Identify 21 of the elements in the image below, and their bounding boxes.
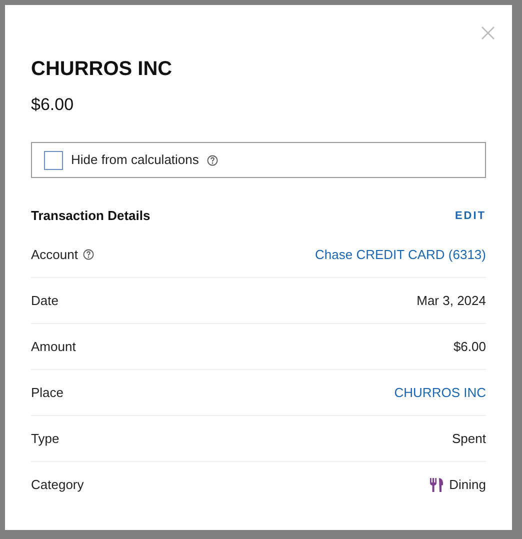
detail-label: Account [31, 246, 78, 264]
detail-link[interactable]: Chase CREDIT CARD (6313) [315, 244, 486, 264]
detail-link[interactable]: CHURROS INC [394, 382, 486, 402]
checkbox[interactable] [44, 150, 63, 170]
edit-button[interactable]: EDIT [454, 208, 486, 224]
category-value: Dining [449, 476, 486, 494]
detail-value: Mar 3, 2024 [416, 292, 486, 310]
detail-label: Type [31, 430, 60, 448]
detail-label: Amount [31, 338, 76, 356]
hide-option-label: Hide from calculations [71, 151, 199, 170]
detail-value: $6.00 [453, 338, 486, 356]
help-icon[interactable] [82, 249, 94, 260]
detail-label: Place [31, 384, 64, 402]
detail-value: Spent [452, 430, 486, 448]
hide-option[interactable]: Hide from calculations [31, 142, 486, 178]
detail-label: Category [31, 476, 84, 494]
detail-label: Date [31, 292, 58, 310]
help-icon[interactable] [206, 154, 218, 166]
section-title: Transaction Details [31, 207, 150, 226]
transaction-amount: $6.00 [31, 94, 75, 116]
dialog-title: CHURROS INC [31, 57, 174, 81]
